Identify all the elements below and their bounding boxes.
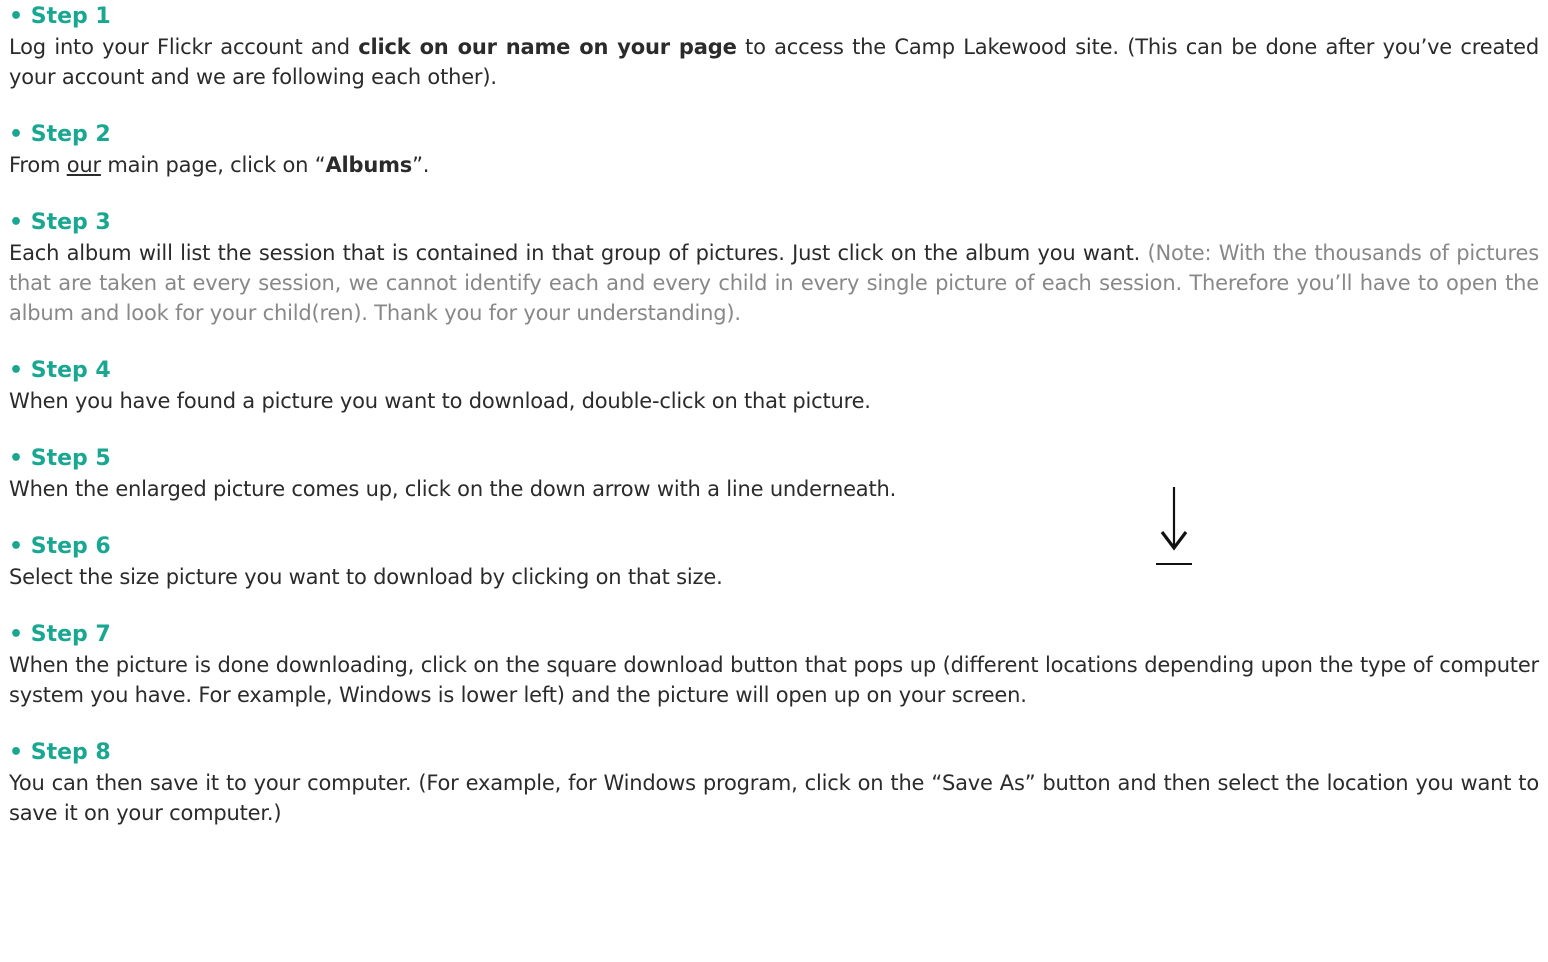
step-heading: • Step 1 <box>9 4 111 29</box>
step-text: Each album will list the session that is… <box>9 238 1539 328</box>
step-text: Select the size picture you want to down… <box>9 562 1539 592</box>
step-heading: • Step 5 <box>9 446 111 471</box>
text-run: When the picture is done downloading, cl… <box>9 653 1539 707</box>
step-heading: • Step 7 <box>9 622 111 647</box>
step-heading: • Step 2 <box>9 122 111 147</box>
step-heading: • Step 3 <box>9 210 111 235</box>
step-text: You can then save it to your computer. (… <box>9 768 1539 828</box>
text-run: Log into your Flickr account and <box>9 35 359 59</box>
text-run: Select the size picture you want to down… <box>9 565 723 589</box>
text-run: From <box>9 153 67 177</box>
step-text: When the enlarged picture comes up, clic… <box>9 474 1539 504</box>
step-heading: • Step 4 <box>9 358 111 383</box>
step-7: • Step 7 When the picture is done downlo… <box>9 620 1539 710</box>
step-3: • Step 3 Each album will list the sessio… <box>9 208 1539 328</box>
text-run: You can then save it to your computer. (… <box>9 771 1539 825</box>
text-run-underlined: our <box>66 153 101 177</box>
text-run: When you have found a picture you want t… <box>9 389 871 413</box>
step-5: • Step 5 When the enlarged picture comes… <box>9 444 1539 504</box>
step-text: When the picture is done downloading, cl… <box>9 650 1539 710</box>
step-8: • Step 8 You can then save it to your co… <box>9 738 1539 828</box>
text-run: ”. <box>412 153 430 177</box>
text-run-bold: click on our name on your page <box>358 35 737 59</box>
step-text: Log into your Flickr account and click o… <box>9 32 1539 92</box>
step-heading: • Step 6 <box>9 534 111 559</box>
text-run: Each album will list the session that is… <box>9 241 1148 265</box>
page: { "steps": [ { "heading": "• Step 1", "p… <box>0 0 1548 962</box>
instructions-page: • Step 1 Log into your Flickr account an… <box>9 2 1539 828</box>
step-text: When you have found a picture you want t… <box>9 386 1539 416</box>
text-run-bold: Albums <box>325 153 413 177</box>
download-arrow-icon <box>1156 487 1192 565</box>
step-6: • Step 6 Select the size picture you wan… <box>9 532 1539 592</box>
step-4: • Step 4 When you have found a picture y… <box>9 356 1539 416</box>
text-run: When the enlarged picture comes up, clic… <box>9 477 897 501</box>
step-text: From our main page, click on “Albums”. <box>9 150 1539 180</box>
step-heading: • Step 8 <box>9 740 111 765</box>
text-run: main page, click on “ <box>100 153 326 177</box>
step-2: • Step 2 From our main page, click on “A… <box>9 120 1539 180</box>
step-1: • Step 1 Log into your Flickr account an… <box>9 2 1539 92</box>
